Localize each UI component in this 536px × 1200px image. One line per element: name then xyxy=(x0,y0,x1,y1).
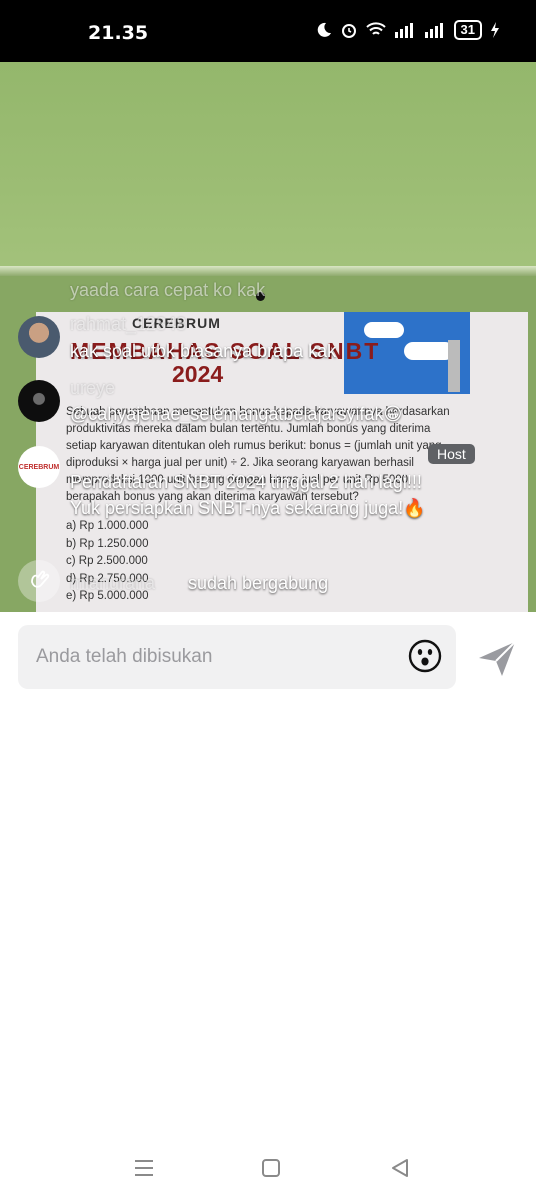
alarm-icon xyxy=(341,24,356,38)
screen-option: c) Rp 2.500.000 xyxy=(66,555,148,567)
home-icon[interactable] xyxy=(259,1156,283,1180)
emoji-icon[interactable] xyxy=(408,639,442,673)
signal-icon xyxy=(394,23,413,38)
live-video[interactable]: CEREBRUM MEMBAHAS SOAL SNBT 2024 Sebuah … xyxy=(0,62,536,612)
comment-placeholder: Anda telah dibisukan xyxy=(36,646,213,667)
moon-icon xyxy=(317,22,331,37)
status-icons: 31 xyxy=(316,20,500,40)
avatar[interactable] xyxy=(18,380,60,422)
join-username: mianurana xyxy=(70,573,156,593)
avatar[interactable]: CEREBRUM xyxy=(18,446,60,488)
screen-option: a) Rp 1.000.000 xyxy=(66,520,149,532)
menu-icon[interactable] xyxy=(132,1156,156,1180)
send-icon[interactable] xyxy=(476,638,518,680)
chat-message-text: @cahyajenae_selemangatbelajarsyifak😁 xyxy=(70,404,403,424)
join-text: sudah bergabung xyxy=(188,573,329,593)
chat-username: ureye xyxy=(70,378,116,398)
chat-ghost-message: yaada cara cepat ko kak xyxy=(70,280,266,300)
charging-icon xyxy=(491,22,499,38)
status-time: 21.35 xyxy=(88,22,149,44)
wave-icon xyxy=(18,560,60,602)
back-icon[interactable] xyxy=(388,1156,412,1180)
screen-option: b) Rp 1.250.000 xyxy=(66,537,149,550)
chat-message-text: Pendaftaran SNBT 2024 tinggal 2 hari lag… xyxy=(70,472,422,492)
status-bar: 21.35 31 xyxy=(0,0,536,62)
avatar[interactable] xyxy=(18,316,60,358)
screen-year: 2024 xyxy=(172,361,224,387)
wall-background xyxy=(0,62,536,272)
signal-icon-2 xyxy=(424,23,443,38)
chat-message-text: Yuk persiapkan SNBT-nya sekarang juga!🔥 xyxy=(70,498,426,518)
comment-input[interactable]: Anda telah dibisukan xyxy=(18,625,456,689)
wifi-icon xyxy=(365,22,386,35)
chat-message-text: kak soal utbk biasanya brapa kak xyxy=(70,341,337,361)
host-badge: Host xyxy=(428,444,475,464)
navigation-bar xyxy=(0,1144,536,1200)
battery-icon: 31 xyxy=(453,20,482,40)
chat-username: rahmat_12848 xyxy=(70,314,187,334)
